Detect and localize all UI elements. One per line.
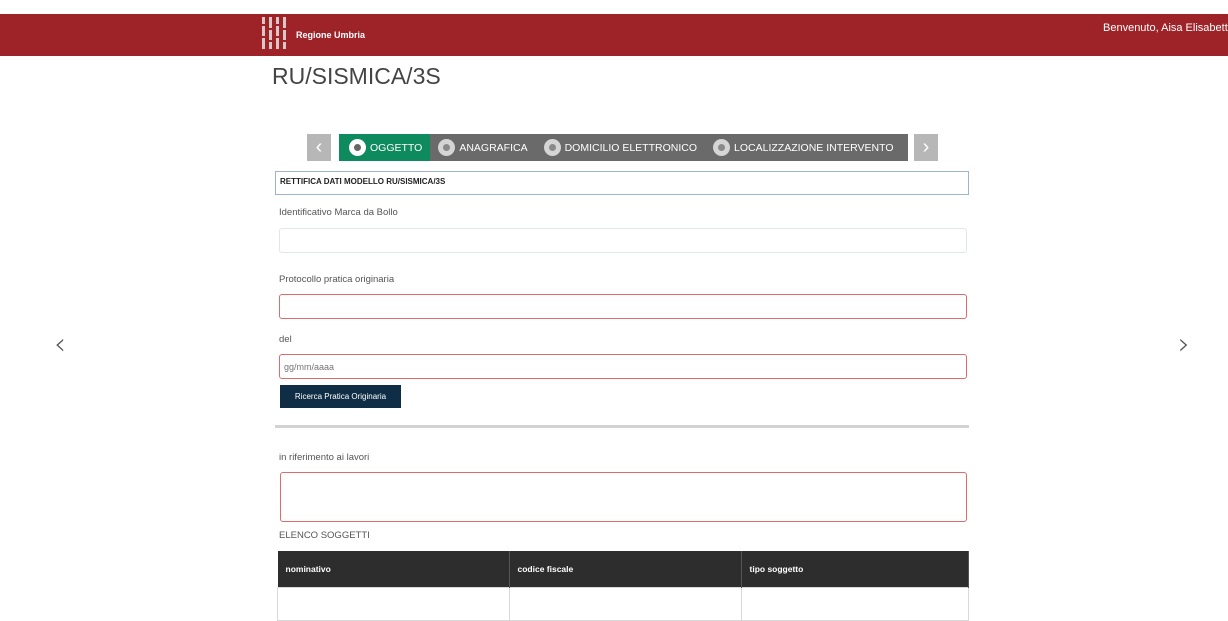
section-header: RETTIFICA DATI MODELLO RU/SISMICA/3S [275,171,969,195]
step-localizzazione-intervento[interactable]: LOCALIZZAZIONE INTERVENTO [705,134,901,161]
del-label: del [279,334,292,345]
marca-bollo-input[interactable] [279,228,967,253]
table-cell [508,587,742,621]
stepper-next-button[interactable]: › [914,134,938,161]
table-cell [277,587,510,621]
chevron-left-icon: ‹ [54,327,66,362]
column-header-codice-fiscale[interactable]: codice fiscale [509,551,742,588]
regione-umbria-logo [260,16,288,50]
del-date-input[interactable] [279,354,967,379]
page-next-arrow[interactable]: › [1178,330,1190,360]
table-row [277,587,969,621]
step-label: LOCALIZZAZIONE INTERVENTO [734,141,894,154]
column-header-tipo-soggetto[interactable]: tipo soggetto [741,551,969,588]
protocollo-input[interactable] [279,294,967,319]
step-label: ANAGRAFICA [459,141,528,154]
step-oggetto[interactable]: OGGETTO [339,134,431,161]
step-domicilio-elettronico[interactable]: DOMICILIO ELETTRONICO [536,134,705,161]
step-icon [438,139,456,156]
step-icon [713,139,731,156]
top-bar: Regione Umbria Benvenuto, Aisa Elisabett… [0,14,1228,56]
wizard-stepper: ‹ OGGETTO ANAGRAFICA DOMICILIO ELETTRONICO… [307,134,938,161]
lavori-label: in riferimento ai lavori [279,452,370,463]
page-title: RU/SISMICA/3S [272,63,441,89]
soggetti-table: nominativo codice fiscale tipo soggetto [277,551,969,621]
welcome-user[interactable]: Benvenuto, Aisa Elisabetta [1103,22,1228,34]
page-prev-arrow[interactable]: ‹ [54,330,66,360]
marca-bollo-label: Identificativo Marca da Bollo [279,207,398,218]
chevron-right-icon: › [922,136,930,158]
ricerca-pratica-button[interactable]: Ricerca Pratica Originaria [280,385,401,408]
step-anagrafica[interactable]: ANAGRAFICA [430,134,535,161]
table-cell [740,587,969,621]
chevron-right-icon: › [1178,327,1190,362]
column-header-nominativo[interactable]: nominativo [277,551,510,588]
brand-name: Regione Umbria [296,30,366,40]
step-icon [543,139,561,156]
protocollo-label: Protocollo pratica originaria [279,274,395,285]
step-label: DOMICILIO ELETTRONICO [564,141,698,154]
step-icon [349,139,366,156]
step-label: OGGETTO [370,141,423,154]
lavori-textarea[interactable] [280,472,967,522]
stepper-track: OGGETTO ANAGRAFICA DOMICILIO ELETTRONICO LO… [339,134,908,161]
table-header-row: nominativo codice fiscale tipo soggetto [277,551,969,588]
stepper-prev-button[interactable]: ‹ [307,134,331,161]
step-next-partial[interactable] [902,134,909,161]
divider [275,425,969,428]
soggetti-label: ELENCO SOGGETTI [279,530,370,541]
chevron-left-icon: ‹ [315,136,323,158]
